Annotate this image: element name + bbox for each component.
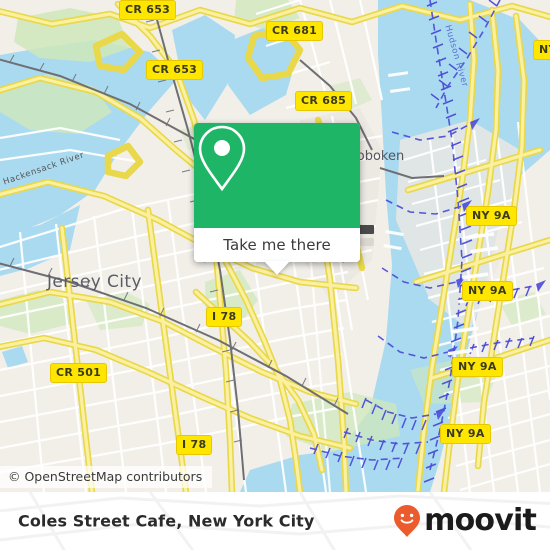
road-shield-cr-653-top: CR 653 bbox=[119, 0, 177, 20]
road-shield-ny-9a-3: NY 9A bbox=[452, 357, 503, 377]
road-shield-cr-501: CR 501 bbox=[50, 363, 108, 383]
road-shield-cr-653: CR 653 bbox=[146, 60, 204, 80]
moovit-smiley-pin-icon bbox=[394, 505, 421, 537]
road-shield-cr-681: CR 681 bbox=[266, 21, 324, 41]
moovit-map-screenshot: Jersey City Hoboken Hackensack River Hud… bbox=[0, 0, 550, 550]
place-title: Coles Street Cafe, New York City bbox=[18, 511, 315, 531]
map-pin-icon bbox=[198, 125, 246, 192]
map-canvas[interactable]: Jersey City Hoboken Hackensack River Hud… bbox=[0, 0, 550, 492]
take-me-there-label: Take me there bbox=[223, 236, 331, 254]
road-shield-ny-9a-4: NY 9A bbox=[440, 424, 491, 444]
moovit-logo[interactable]: moovit bbox=[392, 503, 537, 538]
road-shield-i-78-1: I 78 bbox=[206, 307, 243, 327]
road-shield-cr-685: CR 685 bbox=[295, 91, 353, 111]
location-popup-card[interactable]: Take me there bbox=[194, 123, 360, 275]
take-me-there-button[interactable]: Take me there bbox=[194, 228, 360, 262]
road-shield-i-78-2: I 78 bbox=[176, 435, 213, 455]
moovit-wordmark: moovit bbox=[424, 503, 537, 538]
bottom-info-bar: Coles Street Cafe, New York City moovit bbox=[0, 492, 550, 550]
road-shield-ny-9a-2: NY 9A bbox=[462, 281, 513, 301]
popup-pointer-tail bbox=[264, 261, 290, 275]
osm-attribution[interactable]: © OpenStreetMap contributors bbox=[0, 466, 213, 488]
road-shield-ny-edge: NY bbox=[533, 40, 550, 60]
road-shield-ny-9a-1: NY 9A bbox=[466, 206, 517, 226]
popup-marker-area bbox=[194, 123, 360, 228]
